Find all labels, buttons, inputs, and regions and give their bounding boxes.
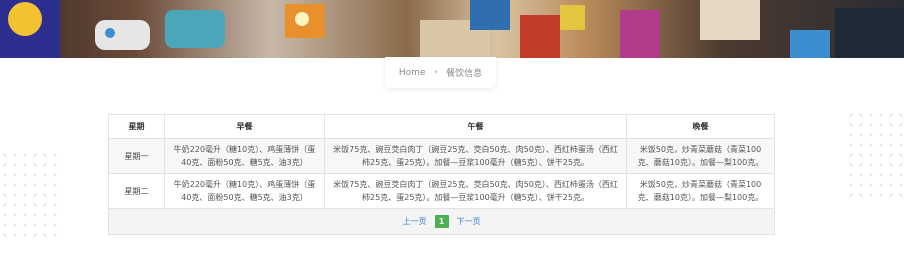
meal-table: 星期 早餐 午餐 晚餐 星期一 牛奶220毫升（糖10克）、鸡蛋薄饼（蛋40克、… — [108, 114, 775, 235]
pagination-cell: 上一页 1 下一页 — [108, 208, 775, 235]
decorative-dots-left — [0, 150, 60, 240]
breadcrumb-separator: • — [433, 68, 439, 77]
pagination-row: 上一页 1 下一页 — [108, 208, 775, 235]
header-dinner: 晚餐 — [626, 114, 775, 139]
next-page-link[interactable]: 下一页 — [457, 215, 481, 228]
header-lunch: 午餐 — [324, 114, 627, 139]
cell-day: 星期二 — [108, 173, 165, 209]
current-page-number[interactable]: 1 — [434, 215, 449, 228]
breadcrumb-home-link[interactable]: Home — [399, 68, 426, 78]
prev-page-link[interactable]: 上一页 — [403, 215, 427, 228]
header-day: 星期 — [108, 114, 165, 139]
breadcrumb-current: 餐饮信息 — [446, 69, 483, 79]
table-header-row: 星期 早餐 午餐 晚餐 — [108, 114, 775, 139]
hero-banner-image — [0, 0, 904, 58]
cell-lunch: 米饭75克、豌豆茭白肉丁（豌豆25克、茭白50克、肉50克）、西红柿蛋汤（西红柿… — [324, 138, 627, 174]
cell-lunch: 米饭75克、豌豆茭白肉丁（豌豆25克、茭白50克、肉50克）、西红柿蛋汤（西红柿… — [324, 173, 627, 209]
cell-day: 星期一 — [108, 138, 165, 174]
cell-dinner: 米饭50克，炒青菜蘑菇（青菜100克、蘑菇10克）。加餐—梨100克。 — [626, 173, 775, 209]
decorative-dots-right — [846, 110, 904, 200]
pagination: 上一页 1 下一页 — [109, 215, 774, 228]
table-row: 星期二 牛奶220毫升（糖10克）、鸡蛋薄饼（蛋40克、面粉50克、糖5克、油3… — [108, 173, 775, 209]
cell-dinner: 米饭50克，炒青菜蘑菇（青菜100克、蘑菇10克）。加餐—梨100克。 — [626, 138, 775, 174]
breadcrumb: Home • 餐饮信息 — [385, 57, 496, 88]
table-row: 星期一 牛奶220毫升（糖10克）、鸡蛋薄饼（蛋40克、面粉50克、糖5克、油3… — [108, 138, 775, 174]
header-breakfast: 早餐 — [164, 114, 325, 139]
cell-breakfast: 牛奶220毫升（糖10克）、鸡蛋薄饼（蛋40克、面粉50克、糖5克、油3克） — [164, 138, 325, 174]
cell-breakfast: 牛奶220毫升（糖10克）、鸡蛋薄饼（蛋40克、面粉50克、糖5克、油3克） — [164, 173, 325, 209]
